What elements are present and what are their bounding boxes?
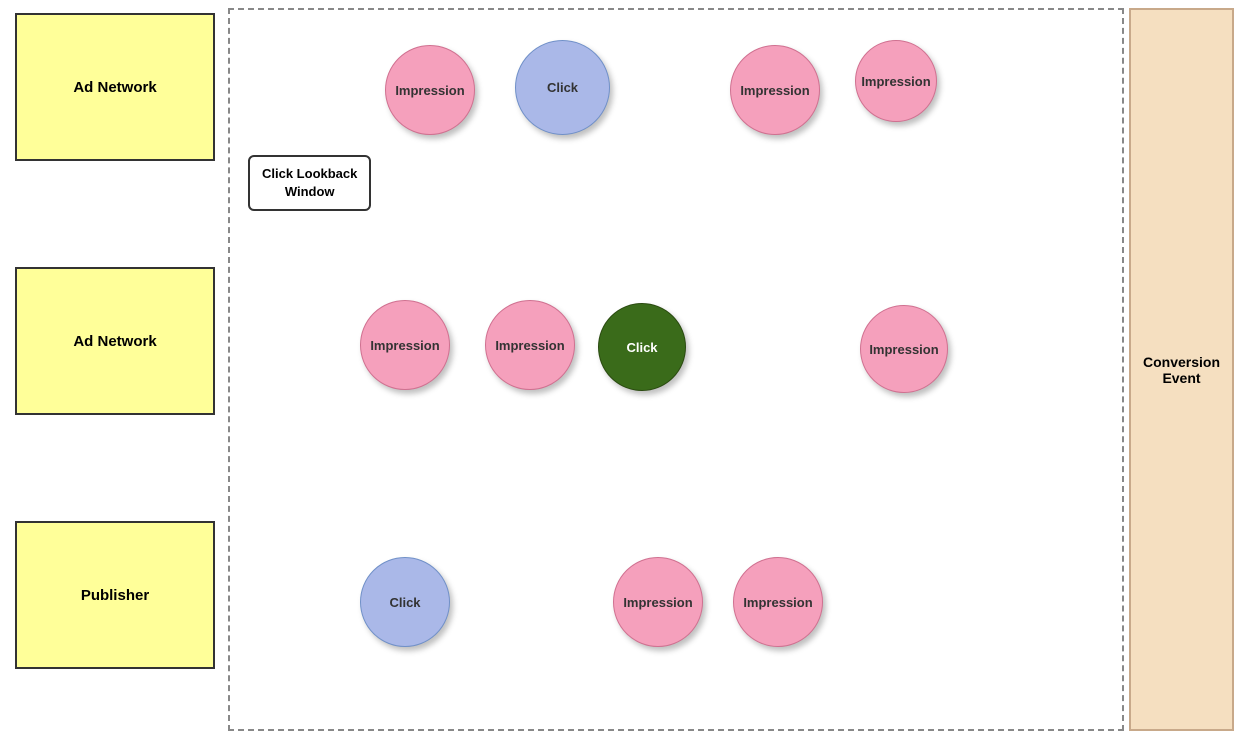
circle-click-r1c2: Click bbox=[515, 40, 610, 135]
circle-click-r3c1: Click bbox=[360, 557, 450, 647]
circle-label: Click bbox=[389, 595, 420, 610]
conversion-event-label: Conversion Event bbox=[1139, 354, 1224, 386]
circle-label: Impression bbox=[861, 74, 930, 89]
circle-click-r2c3: Click bbox=[598, 303, 686, 391]
circle-impression-r3c2: Impression bbox=[613, 557, 703, 647]
canvas: Ad Network Ad Network Publisher Click Lo… bbox=[0, 0, 1234, 741]
circle-label: Click bbox=[626, 340, 657, 355]
entity-ad-network-2-label: Ad Network bbox=[73, 333, 156, 350]
circle-label: Impression bbox=[395, 83, 464, 98]
circle-impression-r2c1: Impression bbox=[360, 300, 450, 390]
circle-impression-r2c4: Impression bbox=[860, 305, 948, 393]
circle-label: Impression bbox=[370, 338, 439, 353]
circle-label: Impression bbox=[495, 338, 564, 353]
circle-impression-r1c4: Impression bbox=[855, 40, 937, 122]
circle-impression-r2c2: Impression bbox=[485, 300, 575, 390]
entity-ad-network-1: Ad Network bbox=[15, 13, 215, 161]
circle-label: Click bbox=[547, 80, 578, 95]
circle-label: Impression bbox=[623, 595, 692, 610]
main-timeline-area: Click LookbackWindow Impression Click Im… bbox=[228, 8, 1124, 731]
circle-label: Impression bbox=[869, 342, 938, 357]
circle-impression-r3c3: Impression bbox=[733, 557, 823, 647]
conversion-event-panel: Conversion Event bbox=[1129, 8, 1234, 731]
entity-publisher-label: Publisher bbox=[81, 587, 149, 604]
circle-impression-r1c3: Impression bbox=[730, 45, 820, 135]
entity-ad-network-2: Ad Network bbox=[15, 267, 215, 415]
circle-label: Impression bbox=[740, 83, 809, 98]
entity-publisher: Publisher bbox=[15, 521, 215, 669]
entity-ad-network-1-label: Ad Network bbox=[73, 79, 156, 96]
lookback-window-label: Click LookbackWindow bbox=[248, 155, 371, 211]
circle-impression-r1c1: Impression bbox=[385, 45, 475, 135]
circle-label: Impression bbox=[743, 595, 812, 610]
